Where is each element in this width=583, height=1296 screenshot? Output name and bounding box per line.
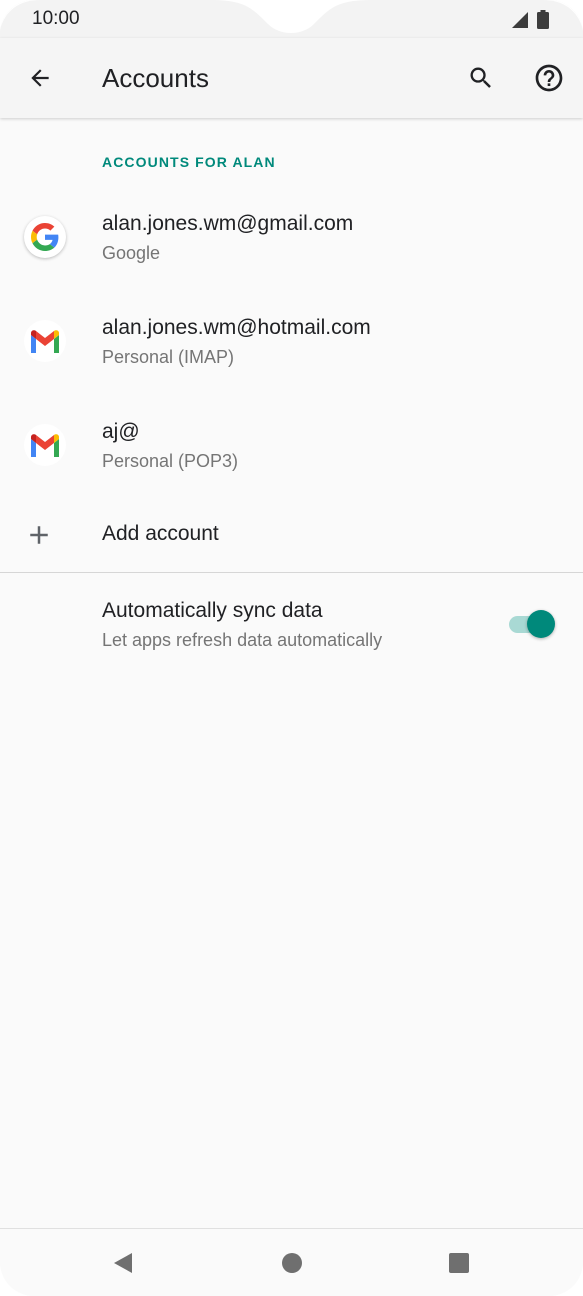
auto-sync-switch[interactable] — [509, 610, 555, 638]
account-type: Google — [102, 243, 161, 263]
battery-icon — [537, 10, 549, 29]
status-time: 10:00 — [32, 8, 80, 29]
gmail-logo-icon — [24, 424, 66, 466]
auto-sync-row[interactable]: Automatically sync data Let apps refresh… — [0, 580, 583, 668]
google-logo-icon — [24, 216, 66, 258]
account-email: alan.jones.wm@hotmail.com — [102, 316, 371, 339]
navigation-bar — [0, 1228, 583, 1296]
add-account-label: Add account — [102, 522, 219, 545]
search-button[interactable] — [457, 54, 505, 102]
auto-sync-subtitle: Let apps refresh data automatically — [102, 630, 383, 650]
nav-recents-button[interactable] — [443, 1247, 475, 1279]
page-title: Accounts — [102, 63, 209, 93]
arrow-left-icon — [31, 69, 49, 87]
account-email: aj@ — [102, 420, 140, 443]
section-header: ACCOUNTS FOR ALAN — [102, 154, 276, 170]
gmail-logo-icon — [24, 320, 66, 362]
nav-back-button[interactable] — [107, 1247, 139, 1279]
device-screen: 10:00 Accounts ACCOUNTS FOR ALAN alan.jo… — [0, 0, 583, 1296]
nav-recents-icon — [449, 1253, 469, 1273]
account-row-imap[interactable]: alan.jones.wm@hotmail.com Personal (IMAP… — [0, 290, 583, 394]
status-icons — [511, 10, 549, 29]
divider — [0, 572, 583, 573]
account-row-pop3[interactable]: aj@ Personal (POP3) — [0, 394, 583, 498]
account-type: Personal (POP3) — [102, 451, 239, 471]
back-button[interactable] — [16, 54, 64, 102]
help-circle-icon — [535, 64, 563, 92]
account-type: Personal (IMAP) — [102, 347, 235, 367]
switch-thumb — [527, 610, 555, 638]
nav-back-icon — [114, 1253, 132, 1273]
app-bar: Accounts — [0, 38, 583, 118]
add-account-button[interactable]: Add account — [0, 500, 583, 570]
account-email: alan.jones.wm@gmail.com — [102, 212, 354, 235]
auto-sync-title: Automatically sync data — [102, 599, 323, 622]
signal-icon — [512, 11, 528, 28]
search-icon — [470, 67, 491, 88]
status-bar: 10:00 — [0, 0, 583, 38]
nav-home-button[interactable] — [276, 1247, 308, 1279]
plus-icon — [30, 526, 48, 544]
notch-shape — [0, 0, 583, 38]
nav-home-icon — [282, 1253, 302, 1273]
account-row-google[interactable]: alan.jones.wm@gmail.com Google — [0, 186, 583, 290]
help-button[interactable] — [525, 54, 573, 102]
